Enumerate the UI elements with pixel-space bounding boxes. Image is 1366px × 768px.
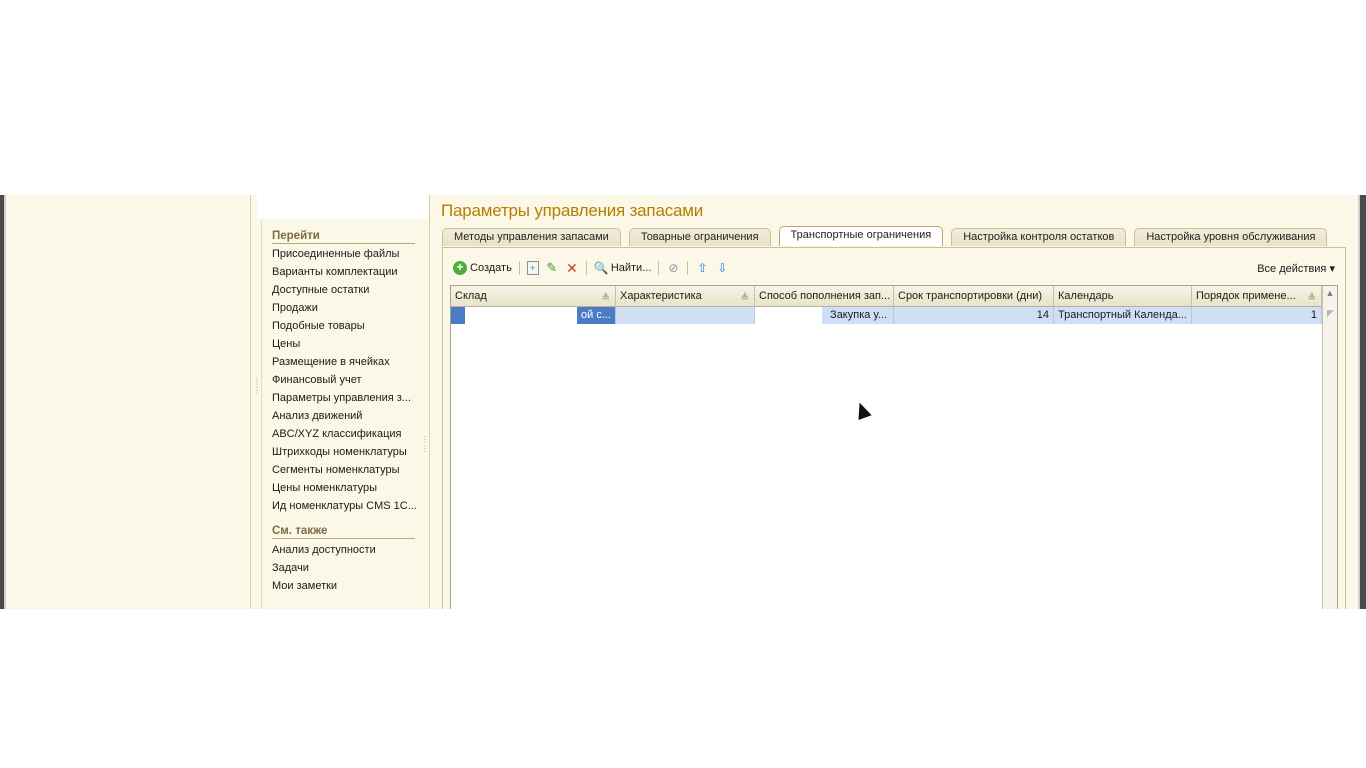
column-header[interactable]: Календарь <box>1054 286 1192 306</box>
move-down-button[interactable]: ⇩ <box>715 258 729 278</box>
column-header-label: Способ пополнения зап... <box>759 290 891 302</box>
delete-icon: ✕ <box>565 260 578 276</box>
column-header-label: Характеристика <box>620 290 702 302</box>
search-icon: 🔍 <box>593 261 609 275</box>
redacted-area <box>755 307 822 324</box>
cell-replenishment-method[interactable]: Закупка у... <box>755 307 894 324</box>
tab-service-level-settings[interactable]: Настройка уровня обслуживания <box>1134 228 1328 246</box>
column-header-label: Срок транспортировки (дни) <box>898 290 1043 302</box>
column-header[interactable]: Склад ≜ <box>451 286 616 306</box>
column-header[interactable]: Способ пополнения зап... <box>755 286 894 306</box>
column-header[interactable]: Характеристика ≜ <box>616 286 755 306</box>
nav-item-inventory-params[interactable]: Параметры управления з... <box>272 389 417 407</box>
nav-goto-heading: Перейти <box>272 230 415 244</box>
arrow-down-icon: ⇩ <box>717 261 728 275</box>
window-frame-right <box>1358 195 1366 609</box>
nav-item-availability-analysis[interactable]: Анализ доступности <box>272 541 376 559</box>
tab-inventory-methods[interactable]: Методы управления запасами <box>442 228 621 246</box>
sort-icon: ≜ <box>601 293 610 304</box>
find-button[interactable]: 🔍 Найти... <box>594 258 652 278</box>
toolbar: + Создать + ✎ ✕ 🔍 Найти... ⊘ ⇧ ⇩ <box>453 258 729 278</box>
copy-icon: + <box>526 261 539 275</box>
toolbar-separator <box>518 261 520 275</box>
nav-item-movement-analysis[interactable]: Анализ движений <box>272 407 417 425</box>
splitter-grip-icon[interactable]: ⋮ ⋮ <box>421 435 429 453</box>
tab-content: + Создать + ✎ ✕ 🔍 Найти... ⊘ ⇧ ⇩ Все дей… <box>442 247 1346 609</box>
app-window: ⋮ ⋮ ⋮ ⋮ Перейти Присоединенные файлы Вариа… <box>0 195 1366 609</box>
splitter-grip-icon[interactable]: ⋮ ⋮ <box>253 377 261 395</box>
move-up-button[interactable]: ⇧ <box>695 258 709 278</box>
nav-item-cell-placement[interactable]: Размещение в ячейках <box>272 353 417 371</box>
nav-item-prices[interactable]: Цены <box>272 335 417 353</box>
cell-warehouse[interactable]: ой с... <box>451 307 616 324</box>
cell-warehouse-value: ой с... <box>581 309 611 321</box>
all-actions-label: Все действия <box>1257 263 1327 275</box>
all-actions-menu[interactable]: Все действия ▾ <box>1257 262 1335 275</box>
nav-item-barcodes[interactable]: Штрихкоды номенклатуры <box>272 443 417 461</box>
navigation-panel: ⋮ ⋮ ⋮ ⋮ Перейти Присоединенные файлы Вариа… <box>251 195 430 609</box>
tab-stock-control-settings[interactable]: Настройка контроля остатков <box>951 228 1127 246</box>
nav-header-area <box>257 195 429 219</box>
tab-transport-restrictions[interactable]: Транспортные ограничения <box>778 226 944 246</box>
nav-see-also-list: Анализ доступности Задачи Мои заметки <box>272 541 376 595</box>
toolbar-separator <box>687 261 689 275</box>
copy-button[interactable]: + <box>526 258 539 278</box>
nav-item-sales[interactable]: Продажи <box>272 299 417 317</box>
vertical-scrollbar[interactable]: ▲ ◤ <box>1322 286 1337 609</box>
tab-goods-restrictions[interactable]: Товарные ограничения <box>628 228 771 246</box>
create-button-label: Создать <box>470 262 512 274</box>
delete-button[interactable]: ✕ <box>565 258 579 278</box>
column-header-label: Порядок примене... <box>1196 290 1296 302</box>
column-header-label: Склад <box>455 290 487 302</box>
sort-icon: ≜ <box>1307 293 1316 304</box>
nav-see-also-heading: См. также <box>272 525 415 539</box>
find-button-label: Найти... <box>610 262 652 274</box>
edit-button[interactable]: ✎ <box>545 258 559 278</box>
nav-item-abc-xyz[interactable]: ABC/XYZ классификация <box>272 425 417 443</box>
nav-item-similar-goods[interactable]: Подобные товары <box>272 317 417 335</box>
nav-goto-list: Присоединенные файлы Варианты комплектац… <box>272 245 417 515</box>
create-button[interactable]: + Создать <box>453 258 512 278</box>
cell-order[interactable]: 1 <box>1192 307 1322 324</box>
cell-transport-days[interactable]: 14 <box>894 307 1054 324</box>
resize-corner-icon: ◤ <box>1327 308 1334 318</box>
toolbar-separator <box>585 261 587 275</box>
scroll-up-icon[interactable]: ▲ <box>1325 288 1335 302</box>
nav-item-tasks[interactable]: Задачи <box>272 559 376 577</box>
left-panel <box>6 195 251 609</box>
plus-circle-icon: + <box>453 261 467 275</box>
nav-item-available-stock[interactable]: Доступные остатки <box>272 281 417 299</box>
column-header[interactable]: Порядок примене... ≜ <box>1192 286 1322 306</box>
nav-item-kit-variants[interactable]: Варианты комплектации <box>272 263 417 281</box>
page-title: Параметры управления запасами <box>441 201 704 220</box>
sort-icon: ≜ <box>740 293 749 304</box>
nav-item-segments[interactable]: Сегменты номенклатуры <box>272 461 417 479</box>
dropdown-arrow-icon: ▾ <box>1329 263 1335 275</box>
tab-bar: Методы управления запасами Товарные огра… <box>442 226 1328 247</box>
cell-characteristic[interactable] <box>616 307 755 324</box>
column-header-label: Календарь <box>1058 290 1114 302</box>
table-header: Склад ≜ Характеристика ≜ Способ пополнен… <box>451 286 1322 307</box>
redacted-area <box>465 307 577 324</box>
toolbar-separator <box>658 261 660 275</box>
cancel-search-button[interactable]: ⊘ <box>666 258 680 278</box>
nav-splitter[interactable] <box>251 195 262 609</box>
main-area: Параметры управления запасами Методы упр… <box>430 195 1358 609</box>
nav-item-financial-accounting[interactable]: Финансовый учет <box>272 371 417 389</box>
cell-calendar[interactable]: Транспортный Календа... <box>1054 307 1192 324</box>
transport-restrictions-table: Склад ≜ Характеристика ≜ Способ пополнен… <box>450 285 1338 609</box>
table-row[interactable]: ой с... Закупка у... 14 Транспортный Кал… <box>451 307 1322 324</box>
pencil-icon: ✎ <box>546 260 558 275</box>
nav-item-item-prices[interactable]: Цены номенклатуры <box>272 479 417 497</box>
arrow-up-icon: ⇧ <box>697 261 708 275</box>
nav-item-my-notes[interactable]: Мои заметки <box>272 577 376 595</box>
column-header[interactable]: Срок транспортировки (дни) <box>894 286 1054 306</box>
nav-item-cms-ids[interactable]: Ид номенклатуры CMS 1C... <box>272 497 417 515</box>
cell-replenishment-method-value: Закупка у... <box>830 309 887 321</box>
nav-item-attached-files[interactable]: Присоединенные файлы <box>272 245 417 263</box>
cancel-search-icon: ⊘ <box>668 261 679 275</box>
